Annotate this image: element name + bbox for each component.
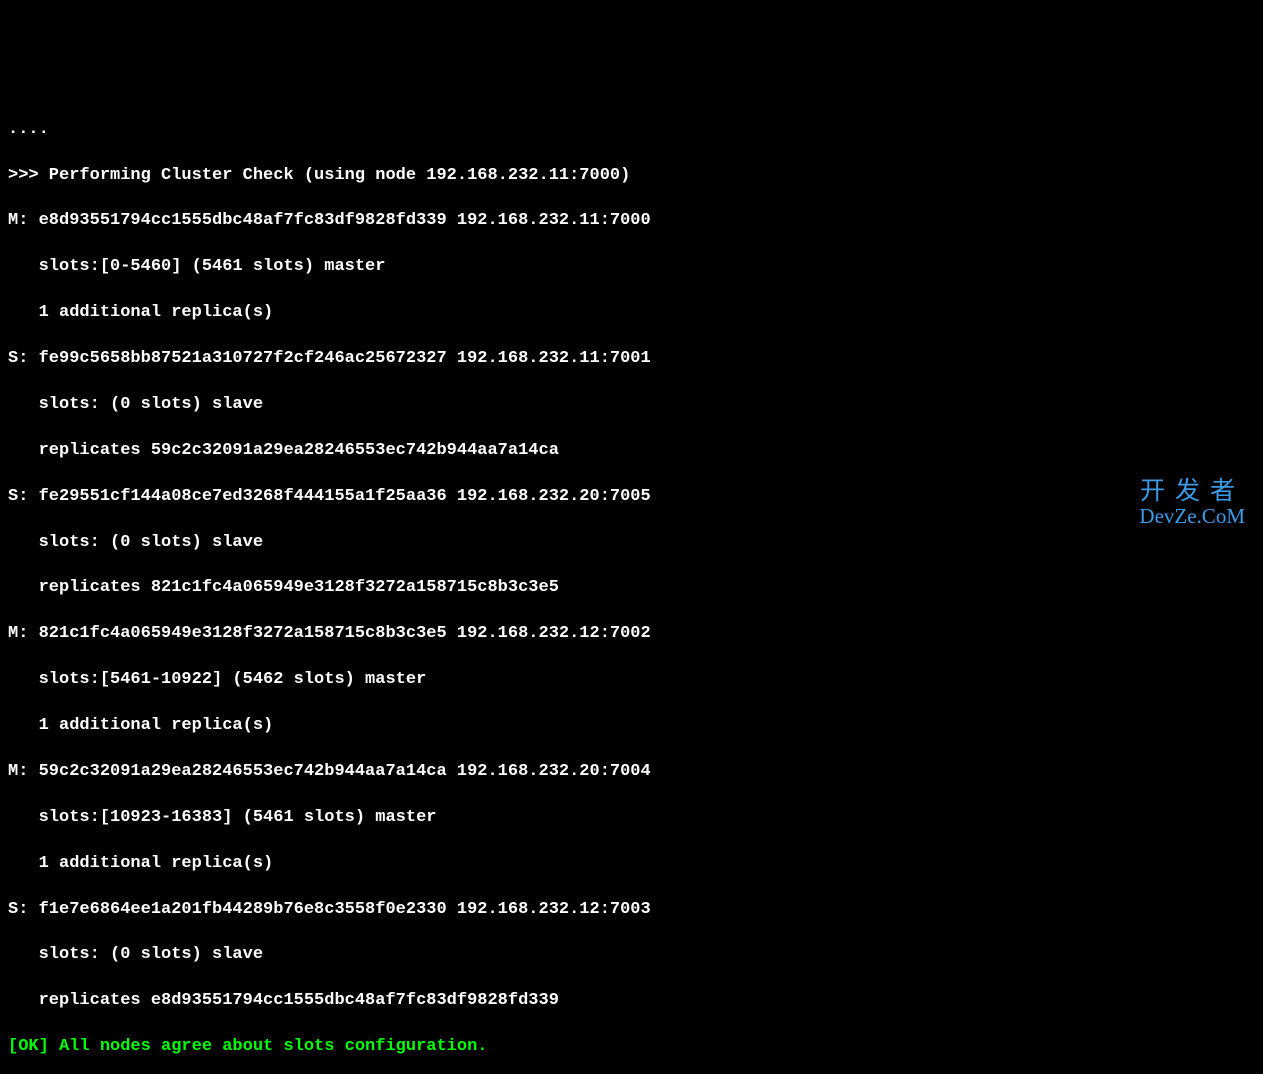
slots-line: slots:[0-5460] (5461 slots) master (8, 256, 1255, 279)
slave-node-line: S: fe99c5658bb87521a310727f2cf246ac25672… (8, 348, 1255, 371)
slave-node-line: S: f1e7e6864ee1a201fb44289b76e8c3558f0e2… (8, 899, 1255, 922)
slots-line: slots: (0 slots) slave (8, 532, 1255, 555)
master-node-line: M: 59c2c32091a29ea28246553ec742b944aa7a1… (8, 761, 1255, 784)
slots-line: slots:[10923-16383] (5461 slots) master (8, 807, 1255, 830)
terminal-output: .... >>> Performing Cluster Check (using… (8, 96, 1255, 1074)
master-node-line: M: 821c1fc4a065949e3128f3272a158715c8b3c… (8, 623, 1255, 646)
replica-count-line: 1 additional replica(s) (8, 302, 1255, 325)
slots-line: slots: (0 slots) slave (8, 944, 1255, 967)
slots-line: slots: (0 slots) slave (8, 394, 1255, 417)
master-node-line: M: e8d93551794cc1555dbc48af7fc83df9828fd… (8, 210, 1255, 233)
ok-status-line: [OK] All nodes agree about slots configu… (8, 1036, 1255, 1059)
replicates-line: replicates e8d93551794cc1555dbc48af7fc83… (8, 990, 1255, 1013)
cluster-check-header: >>> Performing Cluster Check (using node… (8, 165, 1255, 188)
slave-node-line: S: fe29551cf144a08ce7ed3268f444155a1f25a… (8, 486, 1255, 509)
slots-line: slots:[5461-10922] (5462 slots) master (8, 669, 1255, 692)
replica-count-line: 1 additional replica(s) (8, 853, 1255, 876)
output-line: .... (8, 119, 1255, 142)
replicates-line: replicates 59c2c32091a29ea28246553ec742b… (8, 440, 1255, 463)
replicates-line: replicates 821c1fc4a065949e3128f3272a158… (8, 577, 1255, 600)
replica-count-line: 1 additional replica(s) (8, 715, 1255, 738)
